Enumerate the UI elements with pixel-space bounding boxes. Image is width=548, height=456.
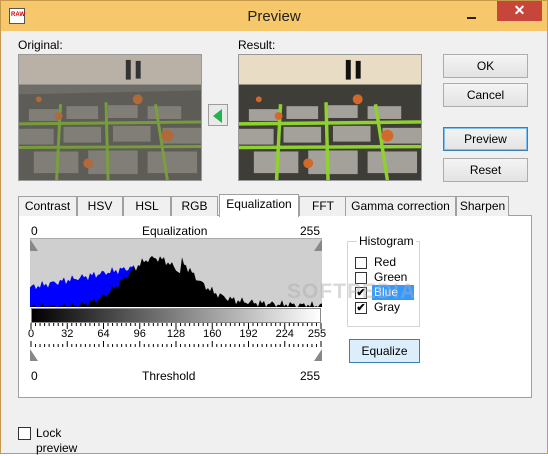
result-label: Result: [238, 38, 276, 52]
grayscale-gradient-bar [31, 308, 321, 323]
ruler-tick-label: 255 [307, 328, 327, 340]
tab-contrast[interactable]: Contrast [18, 196, 77, 216]
ruler-tick-label: 192 [239, 328, 258, 340]
original-label: Original: [18, 38, 63, 52]
ruler-tick-label: 128 [166, 328, 186, 340]
ruler-tick-label: 160 [203, 328, 222, 340]
equalization-high-handle[interactable] [314, 239, 322, 251]
preview-button[interactable]: Preview [443, 127, 528, 151]
ruler-tick-label: 32 [61, 328, 74, 340]
tab-fft[interactable]: FFT [299, 196, 347, 216]
ok-button[interactable]: OK [443, 54, 528, 78]
tab-rgb[interactable]: RGB [171, 196, 218, 216]
histogram-chart [30, 251, 322, 307]
threshold-title: Threshold [142, 369, 196, 383]
ruler-tick-label: 64 [97, 328, 110, 340]
channel-label: Red [374, 255, 397, 269]
equalize-button[interactable]: Equalize [349, 339, 420, 363]
threshold-min-label: 0 [31, 369, 38, 383]
equalization-range-slider[interactable] [30, 238, 322, 251]
preview-window: RAW Preview ✕ Original: Result: OK Cance… [0, 0, 548, 455]
channel-red-checkbox[interactable]: Red [355, 255, 415, 270]
copy-left-arrow-button[interactable] [208, 104, 228, 126]
original-image [18, 54, 202, 181]
close-button[interactable]: ✕ [497, 1, 542, 21]
checkbox-icon[interactable] [355, 257, 367, 269]
histogram-group-title: Histogram [357, 234, 416, 248]
minimize-icon[interactable] [459, 7, 485, 28]
title-bar[interactable]: RAW Preview ✕ [1, 1, 547, 31]
ruler-tick-label: 0 [27, 328, 35, 340]
ruler-tick-label: 96 [133, 328, 146, 340]
threshold-high-handle[interactable] [314, 349, 322, 361]
equalization-max-label: 255 [300, 224, 321, 238]
equalization-min-label: 0 [31, 224, 38, 238]
cancel-button[interactable]: Cancel [443, 83, 528, 107]
tab-hsl[interactable]: HSL [123, 196, 171, 216]
threshold-ruler[interactable]: 0 32 64 96 128 160 192 224 255 [27, 323, 326, 363]
checkbox-icon[interactable] [18, 427, 31, 440]
watermark: SOFTPEDIA [287, 280, 417, 303]
ruler-tick-label: 224 [275, 328, 294, 340]
threshold-low-handle[interactable] [30, 349, 38, 361]
equalization-low-handle[interactable] [30, 239, 38, 251]
tab-hsv[interactable]: HSV [77, 196, 123, 216]
tab-sharpen[interactable]: Sharpen [456, 196, 509, 216]
tab-gamma-correction[interactable]: Gamma correction [345, 196, 456, 216]
equalization-title: Equalization [142, 224, 208, 238]
tab-equalization[interactable]: Equalization [219, 194, 299, 217]
reset-button[interactable]: Reset [443, 158, 528, 182]
lock-preview-label: Lock preview [36, 426, 78, 455]
threshold-max-label: 255 [300, 369, 321, 383]
result-image [238, 54, 422, 181]
